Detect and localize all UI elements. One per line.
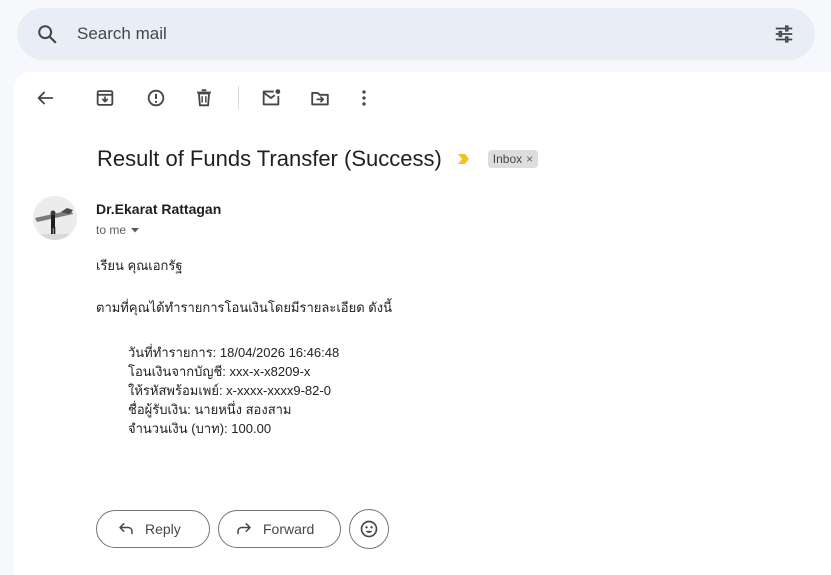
message-panel: Result of Funds Transfer (Success) Inbox… [14, 72, 831, 575]
emoji-reaction-button[interactable] [349, 509, 389, 549]
email-subject: Result of Funds Transfer (Success) [97, 146, 442, 171]
delete-icon[interactable] [193, 87, 215, 109]
detail-line: ให้รหัสพร้อมเพย์: x-xxxx-xxxx9-82-0 [128, 383, 331, 398]
gmail-window: Result of Funds Transfer (Success) Inbox… [0, 0, 831, 575]
more-vert-icon[interactable] [353, 87, 375, 109]
importance-marker-icon[interactable] [457, 153, 470, 165]
tune-icon[interactable] [773, 23, 795, 45]
move-to-icon[interactable] [309, 87, 331, 109]
reply-button[interactable]: Reply [96, 510, 210, 548]
detail-line: โอนเงินจากบัญชี: xxx-x-x8209-x [128, 364, 311, 379]
detail-line: วันที่ทำรายการ: 18/04/2026 16:46:48 [128, 345, 340, 360]
reply-icon [119, 523, 133, 535]
forward-button[interactable]: Forward [218, 510, 341, 548]
reply-actions: Reply Forward [96, 509, 389, 549]
detail-line: จำนวนเงิน (บาท): 100.00 [128, 421, 272, 436]
avatar-photo [33, 196, 77, 240]
reply-label: Reply [145, 521, 181, 537]
detail-line: ชื่อผู้รับเงิน: นายหนึ่ง สองสาม [128, 402, 292, 417]
emoji-icon [360, 520, 378, 538]
search-input[interactable] [77, 22, 737, 46]
sender-name[interactable]: Dr.Ekarat Rattagan [96, 201, 221, 217]
forward-icon [237, 523, 251, 535]
chevron-down-icon[interactable] [130, 225, 140, 235]
remove-label-icon[interactable]: × [526, 152, 533, 166]
back-arrow-icon[interactable] [34, 87, 56, 109]
recipient-text: to me [96, 223, 127, 237]
inbox-label-chip[interactable]: Inbox × [487, 150, 539, 168]
archive-icon[interactable] [94, 87, 116, 109]
body-intro: ตามที่คุณได้ทำรายการโอนเงินโดยมีรายละเอี… [96, 300, 392, 315]
toolbar-divider [238, 86, 239, 110]
forward-label: Forward [263, 521, 315, 537]
label-text: Inbox [492, 152, 523, 166]
subject-line: Result of Funds Transfer (Success) Inbox… [97, 146, 539, 172]
avatar[interactable] [33, 196, 77, 240]
body-greeting: เรียน คุณเอกรัฐ [96, 258, 183, 273]
search-icon[interactable] [36, 23, 58, 45]
transfer-details: วันที่ทำรายการ: 18/04/2026 16:46:48 โอนเ… [128, 343, 339, 438]
report-spam-icon[interactable] [145, 87, 167, 109]
recipient-line[interactable]: to me [96, 223, 140, 237]
mark-unread-icon[interactable] [260, 87, 282, 109]
search-bar[interactable] [17, 8, 815, 60]
